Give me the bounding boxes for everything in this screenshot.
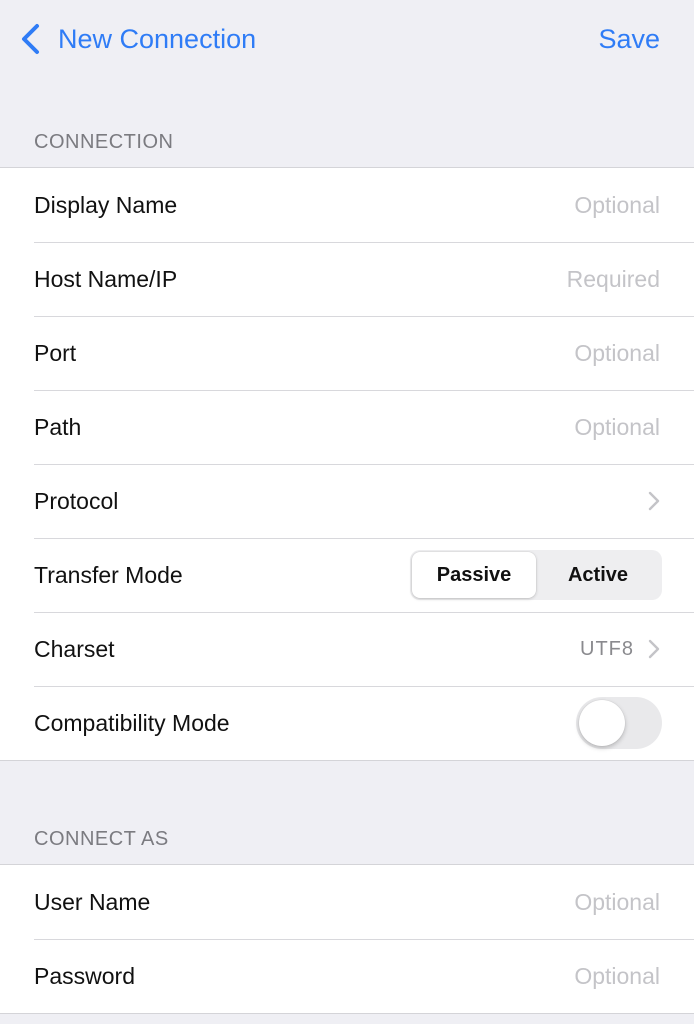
display-name-row[interactable]: Display Name Optional [0,168,694,242]
transfer-mode-segmented-control: Passive Active [410,550,662,600]
segment-active[interactable]: Active [536,552,660,598]
section-header-connect-as: CONNECT AS [34,828,169,850]
save-button[interactable]: Save [598,24,660,55]
password-label: Password [34,962,135,989]
user-name-label: User Name [34,888,151,915]
protocol-row[interactable]: Protocol [0,464,694,538]
navigation-bar: New Connection Save [0,0,694,78]
toggle-knob [579,700,625,746]
host-name-field[interactable]: Required [567,266,660,293]
compatibility-mode-toggle[interactable] [576,697,662,749]
chevron-left-icon [22,24,39,54]
protocol-label: Protocol [34,487,119,514]
path-label: Path [34,413,82,440]
password-row[interactable]: Password Optional [0,939,694,1013]
path-row[interactable]: Path Optional [0,390,694,464]
port-field[interactable]: Optional [574,340,660,367]
back-button-label: New Connection [58,23,257,54]
new-connection-screen: New Connection Save CONNECTION Display N… [0,0,694,1024]
charset-value: UTF8 [580,637,634,660]
host-name-row[interactable]: Host Name/IP Required [0,242,694,316]
chevron-right-icon [648,639,660,659]
path-field[interactable]: Optional [574,414,660,441]
back-button[interactable]: New Connection [20,23,256,55]
port-label: Port [34,339,77,366]
charset-label: Charset [34,635,115,662]
charset-row[interactable]: Charset UTF8 [0,612,694,686]
transfer-mode-label: Transfer Mode [34,561,183,588]
chevron-right-icon [648,491,660,511]
compatibility-mode-row: Compatibility Mode [0,686,694,760]
transfer-mode-row: Transfer Mode Passive Active [0,538,694,612]
display-name-field[interactable]: Optional [574,192,660,219]
section-header-connection: CONNECTION [34,131,174,153]
port-row[interactable]: Port Optional [0,316,694,390]
user-name-field[interactable]: Optional [574,889,660,916]
connect-as-group: User Name Optional Password Optional [0,864,694,1014]
password-field[interactable]: Optional [574,963,660,990]
display-name-label: Display Name [34,191,178,218]
connection-group: Display Name Optional Host Name/IP Requi… [0,167,694,761]
segment-passive[interactable]: Passive [412,552,536,598]
compatibility-mode-label: Compatibility Mode [34,709,230,736]
user-name-row[interactable]: User Name Optional [0,865,694,939]
host-name-label: Host Name/IP [34,265,178,292]
